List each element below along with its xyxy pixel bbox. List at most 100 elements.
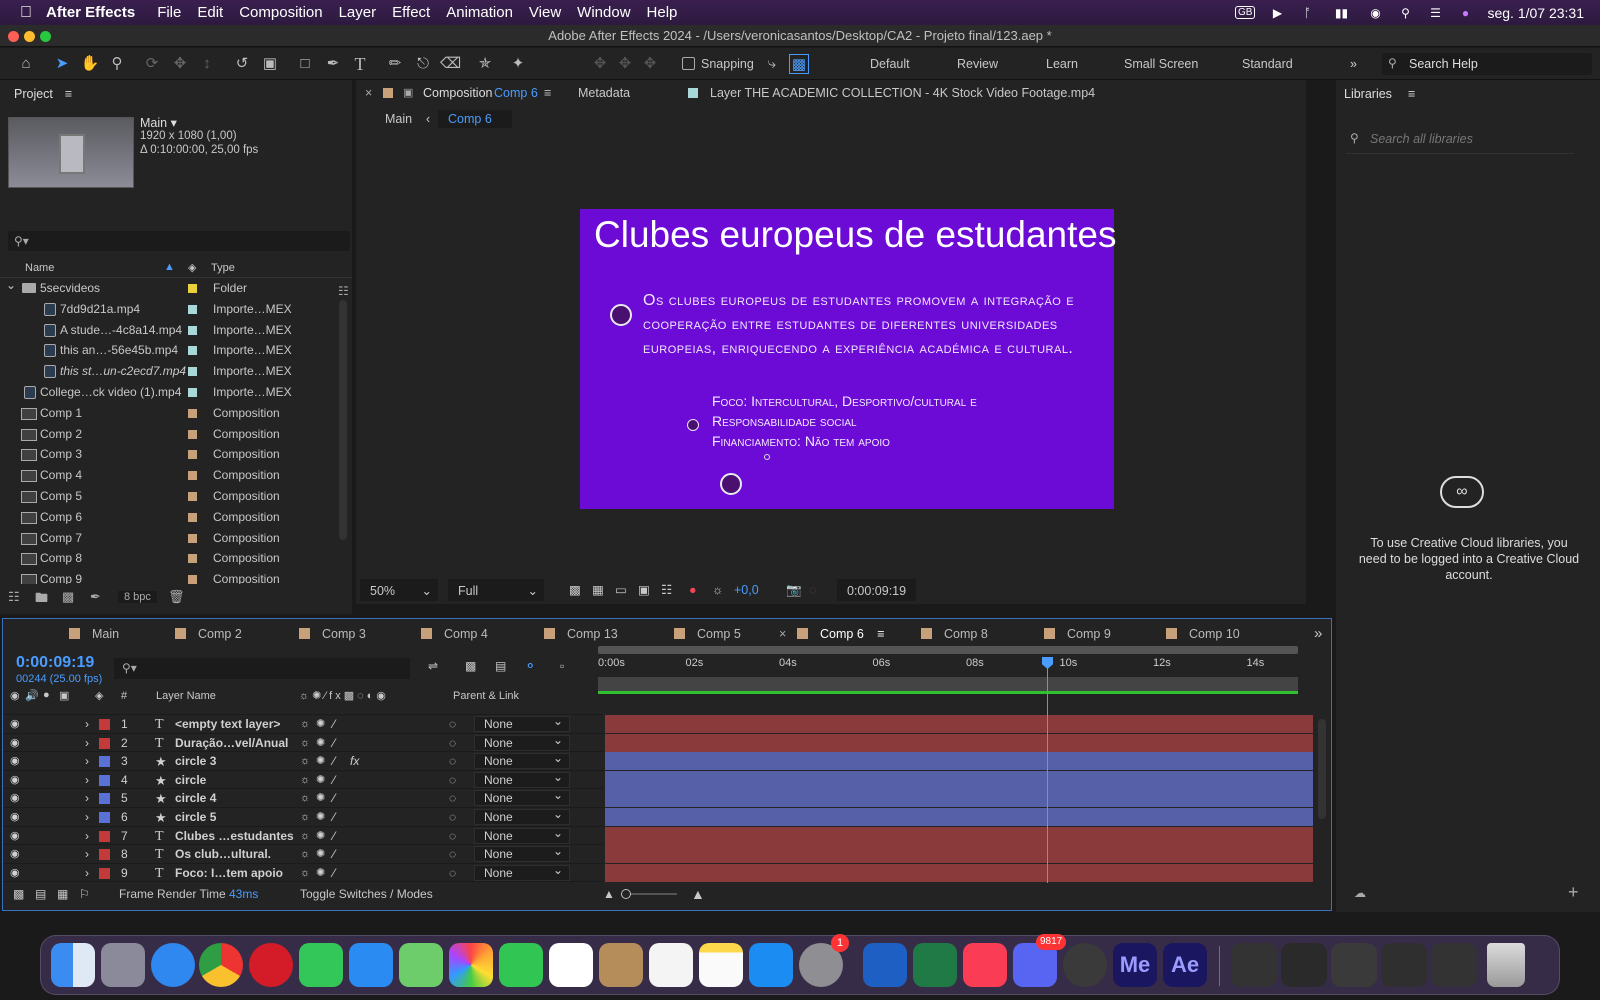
zoom-slider[interactable] [621, 889, 677, 899]
safari-icon[interactable] [151, 943, 195, 987]
collapse-switch-icon[interactable]: ✺ [316, 827, 325, 846]
project-item[interactable]: Comp 8 Composition [0, 548, 340, 569]
shy-switch-icon[interactable]: ☼ [300, 752, 310, 771]
label-color-swatch[interactable] [188, 284, 197, 293]
bpc-button[interactable]: 8 bpc [118, 591, 157, 603]
label-color-swatch[interactable] [188, 554, 197, 564]
visibility-eye-icon[interactable]: ◉ [10, 864, 20, 882]
label-color-swatch[interactable] [188, 512, 197, 522]
timeline-tab[interactable]: Comp 2 [175, 619, 242, 649]
quality-switch-icon[interactable]: ⁄ [333, 808, 335, 827]
project-item[interactable]: Comp 4 Composition [0, 465, 340, 486]
quality-switch-icon[interactable]: ⁄ [333, 771, 335, 790]
pick-whip-icon[interactable]: ◌ [449, 864, 456, 882]
playhead[interactable] [1042, 657, 1053, 883]
transparency-grid-icon[interactable]: ▦ [592, 578, 604, 602]
comp-flowchart-icon[interactable]: ⇌ [428, 659, 438, 673]
chevron-right-icon[interactable]: › [85, 827, 89, 846]
menu-window[interactable]: Window [577, 4, 630, 21]
menu-help[interactable]: Help [647, 4, 678, 21]
frame-blending-icon[interactable]: ▤ [495, 659, 506, 673]
project-item[interactable]: Comp 2 Composition [0, 424, 340, 445]
timeline-timecode[interactable]: 0:00:09:19 [16, 654, 94, 672]
cloud-sync-icon[interactable]: ☁ [1354, 886, 1366, 900]
menu-edit[interactable]: Edit [197, 4, 223, 21]
label-color-swatch[interactable] [99, 849, 110, 861]
label-color-swatch[interactable] [188, 492, 197, 501]
label-color-swatch[interactable] [99, 812, 110, 823]
breadcrumb-comp[interactable]: Comp 6 [438, 110, 512, 128]
column-type[interactable]: Type [211, 262, 235, 274]
layer-search-input[interactable]: ⚲▾ [114, 658, 410, 679]
layer-row[interactable]: ◉ › 9 T Foco: I…tem apoio ☼ ✺ ⁄ ◌ None ⌄ [3, 862, 603, 882]
quality-switch-icon[interactable]: ⁄ [333, 827, 335, 846]
panel-menu-icon[interactable]: ≡ [874, 627, 884, 641]
shy-switch-icon[interactable]: ☼ [300, 789, 310, 808]
close-tab-icon[interactable]: × [365, 80, 372, 107]
workspace-small-screen[interactable]: Small Screen [1124, 57, 1198, 71]
facetime-icon[interactable] [499, 943, 543, 987]
add-library-icon[interactable]: + [1568, 882, 1579, 903]
flowchart-icon[interactable]: ☷ [338, 284, 349, 298]
notes-icon[interactable] [699, 943, 743, 987]
collapse-switch-icon[interactable]: ✺ [316, 864, 325, 882]
keyboard-layout-icon[interactable]: GB [1235, 6, 1256, 19]
shy-layers-icon[interactable]: ▩ [465, 659, 476, 673]
axis-world-icon[interactable]: ✥ [615, 54, 635, 74]
shy-switch-icon[interactable]: ☼ [300, 808, 310, 827]
quality-switch-icon[interactable]: ⁄ [333, 845, 335, 864]
pick-whip-icon[interactable]: ◌ [449, 752, 456, 771]
tab-composition-prefix[interactable]: Composition [423, 80, 492, 107]
visibility-eye-icon[interactable]: ◉ [10, 789, 20, 808]
tab-metadata[interactable]: Metadata [578, 80, 630, 107]
reminders-icon[interactable] [649, 943, 693, 987]
messages-icon[interactable] [299, 943, 343, 987]
zoom-out-icon[interactable]: ▲ [603, 883, 615, 905]
region-of-interest-icon[interactable]: ▣ [638, 578, 650, 602]
layer-duration-bar[interactable] [605, 733, 1313, 752]
battery-icon[interactable]: ▮▮ [1329, 6, 1353, 20]
project-item[interactable]: Comp 9 Composition [0, 569, 340, 584]
layer-duration-bar[interactable] [605, 826, 1313, 845]
mail-icon[interactable] [349, 943, 393, 987]
wifi-icon[interactable]: ◉ [1367, 6, 1383, 20]
pan-tool-icon[interactable]: ✥ [170, 54, 190, 74]
layer-row[interactable]: ◉ › 4 ★ circle ☼ ✺ ⁄ ◌ None ⌄ [3, 769, 603, 790]
layer-name[interactable]: circle 3 [175, 752, 216, 771]
layer-name[interactable]: circle [175, 771, 206, 790]
label-color-swatch[interactable] [188, 304, 197, 314]
chevron-right-icon[interactable]: › [85, 771, 89, 790]
chevron-right-icon[interactable]: › [85, 845, 89, 864]
quality-switch-icon[interactable]: ⁄ [333, 734, 335, 753]
quality-switch-icon[interactable]: ⁄ [333, 864, 335, 882]
selection-tool-icon[interactable]: ➤ [52, 54, 72, 74]
recent-window-5[interactable] [1431, 943, 1477, 987]
zoom-dropdown[interactable]: 50% ⌄ [360, 579, 438, 601]
timeline-tab[interactable]: Comp 3 [299, 619, 366, 649]
chevron-right-icon[interactable]: › [85, 734, 89, 753]
zoom-in-icon[interactable]: ▲ [691, 883, 705, 905]
layer-duration-bar[interactable] [605, 715, 1313, 733]
label-color-swatch[interactable] [99, 830, 110, 842]
collapse-switch-icon[interactable]: ✺ [316, 808, 325, 827]
label-column-icon[interactable]: ◈ [188, 261, 196, 274]
collapse-switch-icon[interactable]: ✺ [316, 752, 325, 771]
chevron-right-icon[interactable]: › [85, 789, 89, 808]
snap-feature-icon[interactable]: ⤷ [762, 54, 782, 74]
pick-whip-icon[interactable]: ◌ [449, 715, 456, 734]
collapse-switch-icon[interactable]: ✺ [316, 734, 325, 753]
label-color-swatch[interactable] [188, 367, 197, 377]
panel-menu-icon[interactable]: ≡ [544, 80, 551, 107]
chevron-right-icon[interactable]: › [85, 808, 89, 827]
word-icon[interactable] [863, 943, 907, 987]
exposure-value[interactable]: +0,0 [734, 578, 759, 602]
label-color-swatch[interactable] [99, 867, 110, 879]
tabs-overflow-icon[interactable]: » [1314, 625, 1322, 642]
new-folder-icon[interactable]: 🖿 [35, 589, 48, 611]
brush-tool-icon[interactable]: ✏ [385, 54, 405, 74]
recent-window-3[interactable] [1331, 943, 1377, 987]
panel-menu-icon[interactable]: ≡ [65, 87, 72, 101]
fast-previews-icon[interactable]: ▩ [569, 578, 581, 602]
parent-dropdown[interactable]: None ⌄ [474, 844, 570, 863]
menu-layer[interactable]: Layer [339, 4, 377, 21]
